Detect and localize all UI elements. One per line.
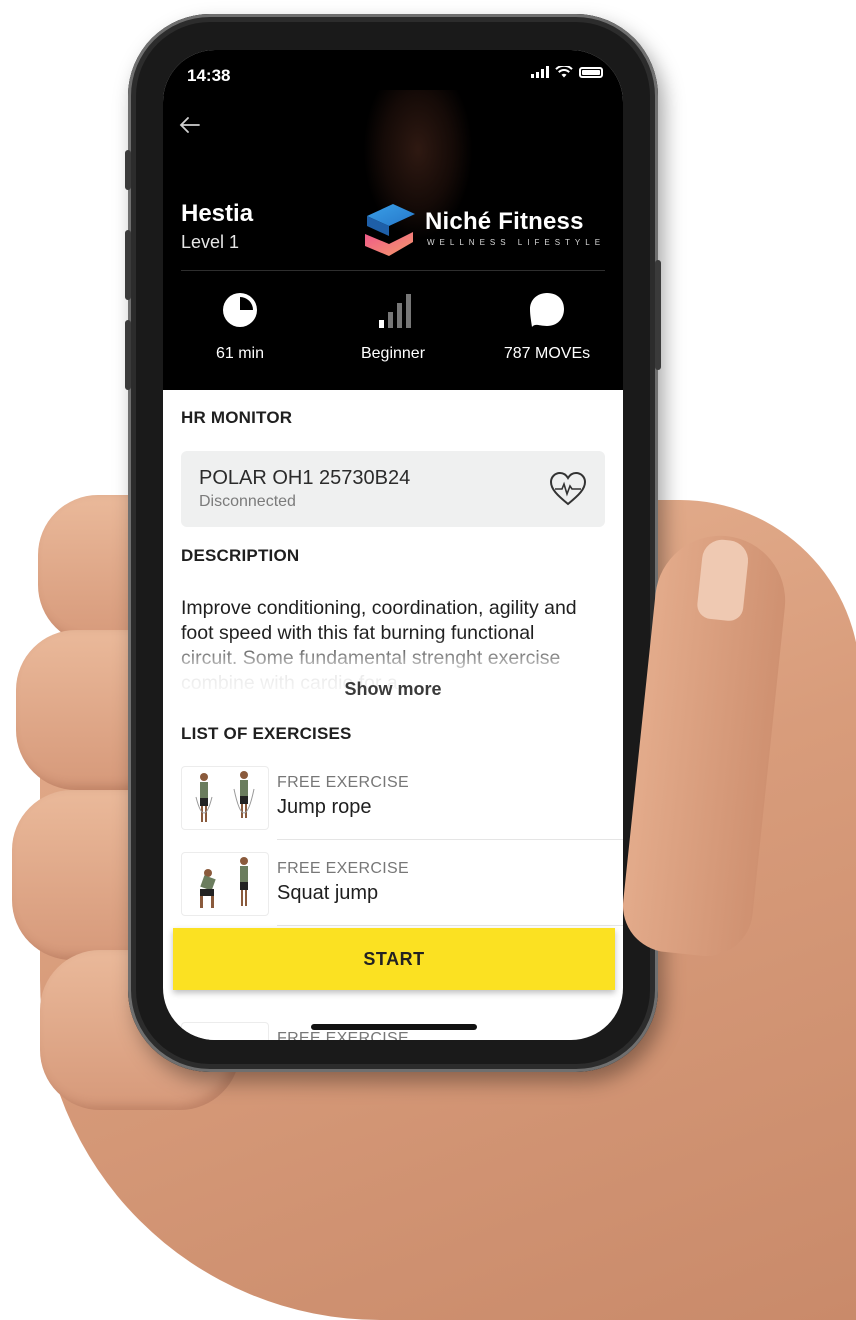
- stat-duration: 61 min: [165, 290, 315, 363]
- squat-jump-figure-icon: [200, 857, 248, 908]
- clock-icon: [223, 293, 257, 327]
- exercise-type: FREE EXERCISE: [277, 1030, 409, 1040]
- start-button[interactable]: START: [173, 928, 615, 990]
- exercise-item-squat-jump[interactable]: FREE EXERCISE Squat jump: [181, 852, 623, 926]
- exercise-type: FREE EXERCISE: [277, 774, 409, 791]
- volume-down-button: [125, 320, 131, 390]
- wifi-icon: [555, 66, 573, 78]
- moves-icon: [530, 293, 564, 327]
- description-heading: DESCRIPTION: [181, 546, 300, 565]
- workout-level: Level 1: [181, 232, 240, 252]
- hr-device-name: POLAR OH1 25730B24: [199, 467, 411, 489]
- exercise-item-jump-rope[interactable]: FREE EXERCISE Jump rope: [181, 766, 623, 840]
- exercise-thumbnail: [181, 766, 269, 830]
- status-bar: 14:38: [187, 64, 603, 86]
- volume-up-button: [125, 230, 131, 300]
- power-button: [655, 260, 661, 370]
- exercise-divider: [277, 925, 623, 926]
- workout-header: 14:38 Hestia Level 1 Niché Fitness WELLN…: [163, 50, 623, 390]
- hr-monitor-card[interactable]: POLAR OH1 25730B24 Disconnected: [181, 451, 605, 527]
- battery-icon: [579, 66, 603, 78]
- cellular-signal-icon: [531, 66, 549, 78]
- show-more-link[interactable]: Show more: [163, 679, 623, 700]
- brand-logo: Niché Fitness WELLNESS LIFESTYLE: [363, 200, 613, 260]
- stat-moves: 787 MOVEs: [472, 290, 622, 363]
- app-screen: 14:38 Hestia Level 1 Niché Fitness WELLN…: [163, 50, 623, 1040]
- side-button: [125, 150, 131, 190]
- exercise-divider: [277, 839, 623, 840]
- brand-name: Niché Fitness: [425, 208, 584, 235]
- exercise-name: Jump rope: [277, 796, 372, 818]
- brand-tagline: WELLNESS LIFESTYLE: [427, 238, 606, 247]
- jump-rope-figure-icon: [195, 771, 255, 822]
- exercise-thumbnail: [181, 852, 269, 916]
- workout-title: Hestia: [181, 200, 254, 227]
- workout-stats: 61 min Beginner 787 MOVEs: [163, 290, 623, 380]
- exercise-name: Squat jump: [277, 882, 379, 904]
- exercises-heading: LIST OF EXERCISES: [181, 724, 352, 743]
- stat-difficulty-label: Beginner: [360, 345, 426, 362]
- heart-rate-icon: [549, 471, 587, 506]
- stat-difficulty: Beginner: [318, 290, 468, 363]
- stat-moves-label: 787 MOVEs: [503, 345, 591, 362]
- thumbnail-nail: [695, 537, 751, 623]
- exercise-thumbnail: [181, 1022, 269, 1040]
- exercise-type: FREE EXERCISE: [277, 860, 409, 877]
- status-time: 14:38: [187, 66, 231, 85]
- hr-monitor-heading: HR MONITOR: [181, 408, 293, 427]
- back-arrow-icon[interactable]: [177, 112, 203, 138]
- difficulty-bars-icon: [379, 294, 411, 328]
- hr-device-status: Disconnected: [199, 493, 296, 510]
- stat-duration-label: 61 min: [215, 345, 265, 362]
- header-divider: [181, 270, 605, 271]
- home-indicator[interactable]: [311, 1024, 477, 1030]
- status-icons: [531, 66, 603, 78]
- brand-logo-icon: [365, 204, 415, 256]
